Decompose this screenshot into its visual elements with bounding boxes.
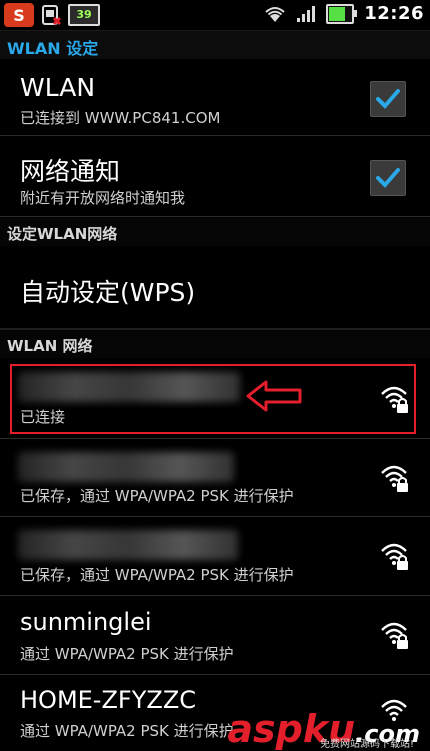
network-status: 通过 WPA/WPA2 PSK 进行保护 — [20, 645, 234, 663]
status-bar: S 39 12:26 — [0, 0, 430, 31]
wifi-status-icon — [265, 6, 285, 22]
watermark-tagline: 免费网站源码下载站! — [319, 739, 414, 750]
wlan-toggle-row[interactable]: WLAN 已连接到 WWW.PC841.COM — [0, 59, 430, 136]
wps-label: 自动设定(WPS) — [20, 278, 196, 307]
left-arrow-annotation — [246, 380, 302, 412]
settings-header: WLAN 设定 — [0, 31, 430, 59]
network-status: 通过 WPA/WPA2 PSK 进行保护 — [20, 722, 234, 740]
blurred-ssid — [18, 452, 234, 482]
page-title: WLAN 设定 — [7, 39, 99, 58]
section-setup-label: 设定WLAN网络 — [7, 225, 118, 243]
network-item[interactable]: sunminglei 通过 WPA/WPA2 PSK 进行保护 — [0, 596, 430, 675]
checkmark-icon — [376, 89, 400, 109]
sogou-input-icon: S — [4, 3, 34, 27]
sim-card-icon — [40, 4, 62, 26]
blurred-ssid — [18, 530, 238, 560]
wifi-secured-icon — [381, 465, 408, 492]
battery-icon — [326, 3, 358, 24]
network-ssid: sunminglei — [20, 608, 152, 636]
network-status: 已保存，通过 WPA/WPA2 PSK 进行保护 — [20, 487, 294, 505]
status-bar-right: 12:26 — [264, 3, 424, 24]
wlan-toggle-status: 已连接到 WWW.PC841.COM — [20, 109, 221, 127]
wifi-secured-icon — [381, 622, 408, 649]
wlan-toggle-label: WLAN — [20, 73, 96, 102]
checkmark-icon — [376, 168, 400, 188]
clock: 12:26 — [364, 3, 424, 24]
network-notification-row[interactable]: 网络通知 附近有开放网络时通知我 — [0, 136, 430, 217]
section-networks-label: WLAN 网络 — [7, 337, 93, 355]
network-item[interactable]: 已保存，通过 WPA/WPA2 PSK 进行保护 — [0, 517, 430, 596]
network-status: 已保存，通过 WPA/WPA2 PSK 进行保护 — [20, 566, 294, 584]
section-networks-header: WLAN 网络 — [0, 328, 430, 358]
connected-network-highlight — [10, 364, 416, 434]
status-bar-left: S 39 — [4, 3, 100, 27]
network-notification-desc: 附近有开放网络时通知我 — [20, 189, 186, 207]
network-notification-checkbox[interactable] — [370, 160, 406, 196]
wlan-checkbox[interactable] — [370, 81, 406, 117]
wifi-secured-icon — [381, 543, 408, 570]
signal-strength-icon — [297, 5, 316, 22]
section-setup-header: 设定WLAN网络 — [0, 218, 430, 246]
network-ssid: HOME-ZFYZZC — [20, 686, 197, 714]
network-item[interactable]: 已保存，通过 WPA/WPA2 PSK 进行保护 — [0, 439, 430, 517]
battery-notification-icon: 39 — [68, 4, 100, 26]
network-notification-label: 网络通知 — [20, 157, 121, 186]
wps-setup-row[interactable]: 自动设定(WPS) — [0, 247, 430, 327]
